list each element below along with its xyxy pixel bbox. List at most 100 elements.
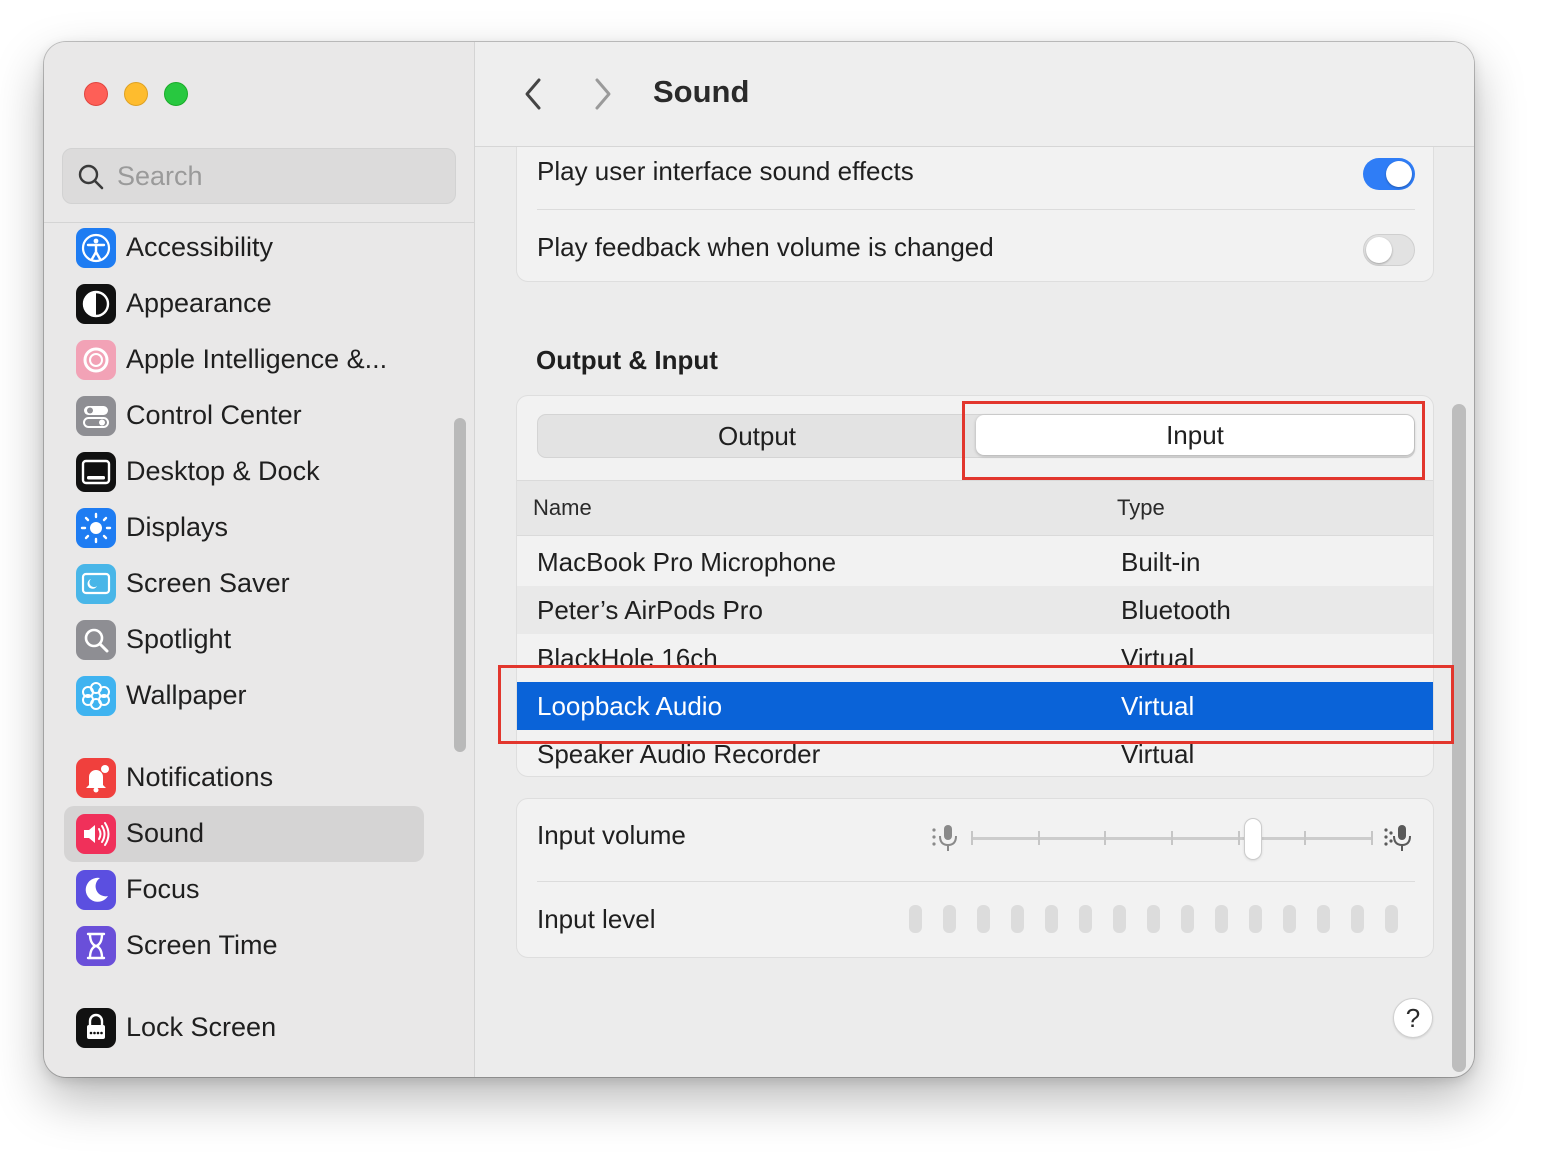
toggle-knob bbox=[1366, 237, 1392, 263]
sidebar-item-label: Screen Saver bbox=[126, 568, 290, 598]
level-segment bbox=[1079, 905, 1092, 933]
sidebar-item-screen-time[interactable]: Screen Time bbox=[64, 918, 424, 974]
sidebar-item-displays[interactable]: Displays bbox=[64, 500, 424, 556]
ui-sounds-toggle[interactable] bbox=[1363, 158, 1415, 190]
toggle-knob bbox=[1386, 161, 1412, 187]
feedback-label: Play feedback when volume is changed bbox=[537, 232, 994, 262]
sidebar-item-label: Focus bbox=[126, 874, 200, 904]
level-segment bbox=[943, 905, 956, 933]
slider-tick bbox=[1371, 831, 1373, 845]
wallpaper-icon bbox=[76, 676, 116, 716]
mic-high-icon bbox=[1384, 825, 1411, 851]
focus-icon bbox=[76, 870, 116, 910]
device-type: Bluetooth bbox=[1121, 595, 1231, 625]
sidebar-item-sound[interactable]: Sound bbox=[64, 806, 424, 862]
sidebar-item-label: Screen Time bbox=[126, 930, 278, 960]
input-volume-slider[interactable] bbox=[971, 819, 1373, 859]
sidebar-item-label: Sound bbox=[126, 818, 205, 848]
level-segment bbox=[977, 905, 990, 933]
slider-tick bbox=[1038, 831, 1040, 845]
device-row[interactable]: MacBook Pro Microphone Built-in bbox=[517, 538, 1433, 586]
slider-tick bbox=[1238, 831, 1240, 845]
row-separator bbox=[537, 209, 1415, 210]
device-name: Peter’s AirPods Pro bbox=[537, 595, 763, 625]
control-center-icon bbox=[76, 396, 116, 436]
toolbar: Sound bbox=[475, 42, 1474, 147]
ui-sounds-label: Play user interface sound effects bbox=[537, 156, 914, 186]
sidebar-item-wallpaper[interactable]: Wallpaper bbox=[64, 668, 424, 724]
sidebar-scrollbar[interactable] bbox=[454, 418, 466, 752]
device-row[interactable]: Peter’s AirPods Pro Bluetooth bbox=[517, 586, 1433, 634]
level-segment bbox=[1045, 905, 1058, 933]
level-segment bbox=[1181, 905, 1194, 933]
slider-tick bbox=[971, 831, 973, 845]
sidebar-item-apple-intelligence[interactable]: Apple Intelligence &... bbox=[64, 332, 424, 388]
zoom-window-button[interactable] bbox=[164, 82, 188, 106]
sidebar-item-label: Desktop & Dock bbox=[126, 456, 320, 486]
sidebar-item-focus[interactable]: Focus bbox=[64, 862, 424, 918]
sidebar-item-label: Notifications bbox=[126, 762, 274, 792]
lock-screen-icon bbox=[76, 1008, 116, 1048]
appearance-icon bbox=[76, 284, 116, 324]
sidebar-item-label: Apple Intelligence &... bbox=[126, 344, 388, 374]
mic-low-icon bbox=[932, 825, 957, 851]
column-header-name[interactable]: Name bbox=[533, 495, 592, 521]
displays-icon bbox=[76, 508, 116, 548]
column-header-type[interactable]: Type bbox=[1117, 495, 1165, 521]
sidebar-item-appearance[interactable]: Appearance bbox=[64, 276, 424, 332]
input-controls-card: Input volume Input level bbox=[516, 798, 1434, 958]
sidebar-item-label: Lock Screen bbox=[126, 1012, 277, 1042]
sidebar-item-spotlight[interactable]: Spotlight bbox=[64, 612, 424, 668]
search-icon bbox=[78, 164, 104, 190]
sidebar-item-label: Spotlight bbox=[126, 624, 232, 654]
row-separator bbox=[537, 881, 1415, 882]
sidebar-item-lock-screen[interactable]: Lock Screen bbox=[64, 1000, 424, 1056]
sidebar-item-accessibility[interactable]: Accessibility bbox=[64, 220, 424, 276]
minimize-window-button[interactable] bbox=[124, 82, 148, 106]
input-level-meter bbox=[909, 905, 1409, 935]
level-segment bbox=[1317, 905, 1330, 933]
screen-time-icon bbox=[76, 926, 116, 966]
sidebar-item-label: Control Center bbox=[126, 400, 302, 430]
input-volume-slider-thumb[interactable] bbox=[1245, 819, 1261, 859]
notifications-icon bbox=[76, 758, 116, 798]
sidebar-item-desktop-dock[interactable]: Desktop & Dock bbox=[64, 444, 424, 500]
search-field[interactable]: Search bbox=[62, 148, 456, 204]
device-table-header: Name Type bbox=[517, 480, 1433, 536]
level-segment bbox=[1147, 905, 1160, 933]
main-scrollbar[interactable] bbox=[1452, 404, 1466, 1072]
sidebar-item-notifications[interactable]: Notifications bbox=[64, 750, 424, 806]
close-window-button[interactable] bbox=[84, 82, 108, 106]
level-segment bbox=[1385, 905, 1398, 933]
level-segment bbox=[1113, 905, 1126, 933]
level-segment bbox=[909, 905, 922, 933]
input-level-label: Input level bbox=[537, 904, 656, 934]
sidebar-item-screen-saver[interactable]: Screen Saver bbox=[64, 556, 424, 612]
sidebar-item-control-center[interactable]: Control Center bbox=[64, 388, 424, 444]
sidebar-item-label: Accessibility bbox=[126, 232, 274, 262]
help-button[interactable]: ? bbox=[1393, 998, 1433, 1038]
spotlight-icon bbox=[76, 620, 116, 660]
desktop-dock-icon bbox=[76, 452, 116, 492]
sidebar-item-label: Displays bbox=[126, 512, 229, 542]
input-volume-label: Input volume bbox=[537, 820, 686, 850]
level-segment bbox=[1215, 905, 1228, 933]
search-placeholder: Search bbox=[117, 161, 203, 191]
feedback-toggle[interactable] bbox=[1363, 234, 1415, 266]
slider-tick bbox=[1171, 831, 1173, 845]
device-type: Built-in bbox=[1121, 547, 1201, 577]
tab-output[interactable]: Output bbox=[538, 415, 976, 457]
forward-button[interactable] bbox=[589, 76, 617, 112]
level-segment bbox=[1249, 905, 1262, 933]
device-name: MacBook Pro Microphone bbox=[537, 547, 837, 577]
annotation-highlight-input-tab bbox=[962, 401, 1425, 480]
sidebar-item-label: Wallpaper bbox=[126, 680, 247, 710]
output-input-heading: Output & Input bbox=[536, 345, 718, 375]
accessibility-icon bbox=[76, 228, 116, 268]
back-button[interactable] bbox=[519, 76, 547, 112]
annotation-highlight-loopback-row bbox=[498, 665, 1454, 744]
level-segment bbox=[1011, 905, 1024, 933]
system-settings-window: Search Accessibility Appearance Apple Inte… bbox=[44, 42, 1474, 1077]
page-title: Sound bbox=[653, 74, 750, 109]
apple-intelligence-icon bbox=[76, 340, 116, 380]
